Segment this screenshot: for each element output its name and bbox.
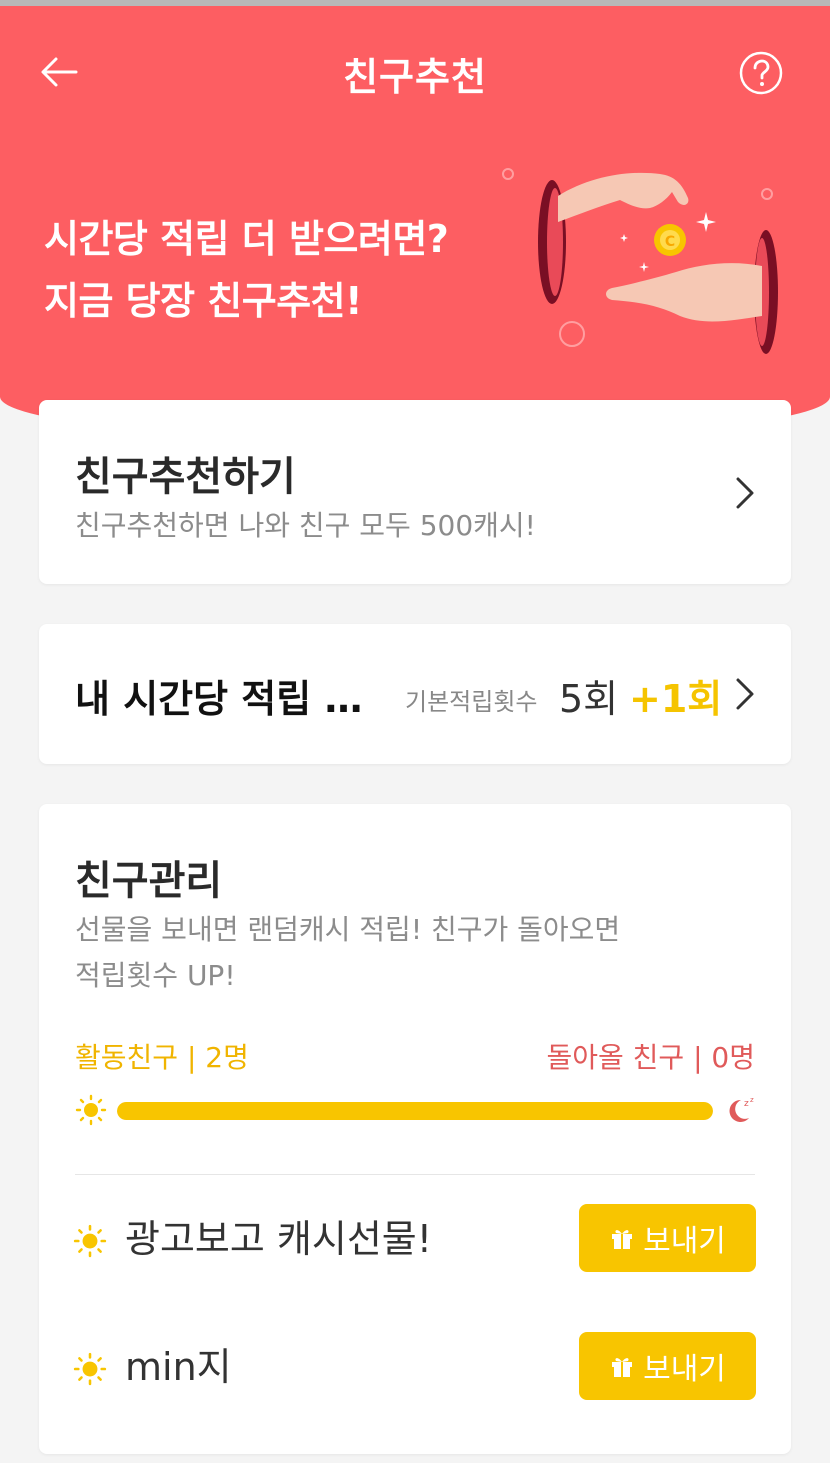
banner-headline-2: 지금 당장 친구추천! — [44, 279, 362, 323]
friends-divider — [75, 1174, 755, 1175]
friends-ratio-bar — [117, 1102, 713, 1120]
friend-row: min지 보내기 — [39, 1332, 791, 1402]
inactive-friends-label: 돌아올 친구 | 0명 — [546, 1041, 755, 1074]
coin-hands-illustration: C — [502, 168, 778, 354]
active-friends-label: 활동친구 | 2명 — [75, 1041, 249, 1074]
page-title: 친구추천 — [343, 55, 487, 99]
friends-subtitle-1: 선물을 보내면 랜덤캐시 적립! 친구가 돌아오면 — [75, 913, 621, 946]
hourly-earning-card[interactable]: 내 시간당 적립 … 기본적립횟수 5회 +1회 — [39, 624, 791, 764]
gift-icon — [612, 1358, 633, 1377]
friends-subtitle-2: 적립횟수 UP! — [75, 959, 236, 992]
friends-title: 친구관리 — [75, 858, 223, 904]
send-gift-label: 보내기 — [643, 1224, 726, 1259]
hero-banner: 친구추천 시간당 적립 더 받으려면? 지금 당장 친구추천! C — [0, 6, 830, 440]
friend-name: 광고보고 캐시선물! — [125, 1217, 432, 1261]
chevron-right-icon — [736, 678, 754, 710]
svg-text:C: C — [665, 234, 675, 250]
recommend-friend-card[interactable]: 친구추천하기 친구추천하면 나와 친구 모두 500캐시! — [39, 400, 791, 584]
recommend-title: 친구추천하기 — [75, 454, 296, 500]
chevron-right-icon — [736, 477, 754, 509]
sun-icon — [73, 1224, 107, 1258]
bonus-count-value: +1회 — [629, 677, 723, 721]
svg-text:z: z — [744, 1099, 749, 1109]
base-count-value: 5회 — [559, 677, 619, 721]
gift-icon — [612, 1230, 633, 1249]
friend-name: min지 — [125, 1345, 232, 1389]
friends-ratio-fill — [117, 1102, 713, 1120]
svg-text:z: z — [750, 1096, 754, 1104]
sun-icon — [73, 1352, 107, 1386]
question-circle-icon — [739, 51, 783, 95]
send-gift-button[interactable]: 보내기 — [579, 1332, 756, 1400]
banner-headline-1: 시간당 적립 더 받으려면? — [44, 217, 449, 261]
friend-row: 광고보고 캐시선물! 보내기 — [39, 1204, 791, 1274]
recommend-subtitle: 친구추천하면 나와 친구 모두 500캐시! — [75, 509, 536, 542]
hourly-title: 내 시간당 적립 … — [75, 677, 363, 721]
base-count-label: 기본적립횟수 — [405, 688, 538, 716]
help-button[interactable] — [738, 50, 784, 96]
send-gift-label: 보내기 — [643, 1352, 726, 1387]
friends-management-card: 친구관리 선물을 보내면 랜덤캐시 적립! 친구가 돌아오면 적립횟수 UP! … — [39, 804, 791, 1454]
sleeping-moon-icon: z z — [729, 1096, 754, 1122]
send-gift-button[interactable]: 보내기 — [579, 1204, 756, 1272]
sun-icon — [75, 1094, 107, 1126]
